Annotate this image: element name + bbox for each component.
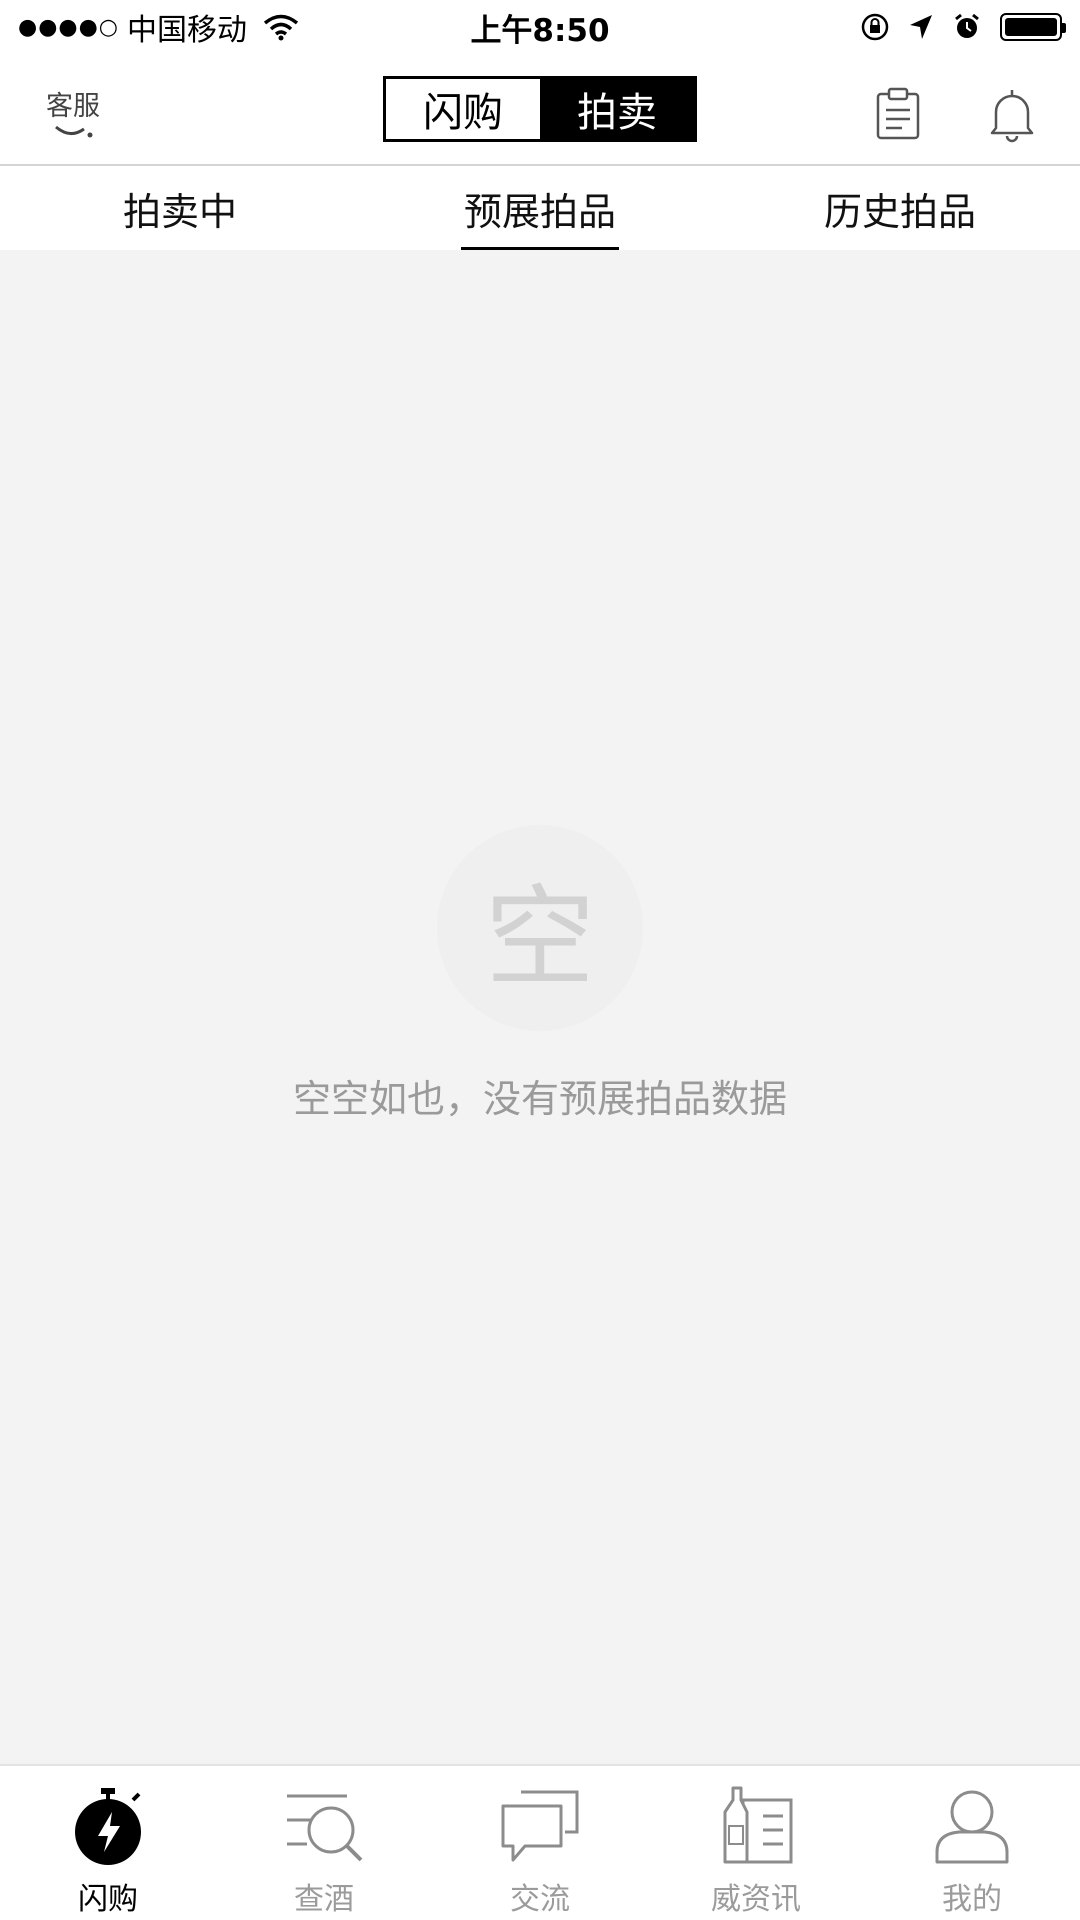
status-bar: ●●●●○ 中国移动 上午8:50 — [0, 0, 1080, 54]
clipboard-icon[interactable] — [868, 84, 928, 144]
tabbar-label-me: 我的 — [942, 1882, 1002, 1917]
tabbar-label-search-wine: 查酒 — [294, 1882, 354, 1917]
signal-strength-icon: ●●●●○ — [18, 14, 119, 40]
bottom-tab-bar: 闪购 查酒 交流 威资讯 我的 — [0, 1764, 1080, 1920]
tabbar-item-community[interactable]: 交流 — [432, 1766, 648, 1920]
tabbar-label-community: 交流 — [510, 1882, 570, 1917]
tabbar-label-flash-sale: 闪购 — [78, 1882, 138, 1917]
status-right — [860, 12, 1066, 42]
carrier-name: 中国移动 — [126, 13, 247, 48]
auction-screen: ●●●●○ 中国移动 上午8:50 客服 闪购 拍卖 拍卖中 预展拍品 历史拍品… — [0, 0, 1080, 1920]
tabbar-item-whisky-news[interactable]: 威资讯 — [648, 1766, 864, 1920]
empty-state: 空 空空如也，没有预展拍品数据 — [0, 250, 1080, 1764]
segment-flash-sale[interactable]: 闪购 — [386, 79, 540, 139]
battery-level — [1005, 18, 1057, 36]
tab-preview-lots[interactable]: 预展拍品 — [360, 166, 720, 250]
empty-icon: 空 — [437, 825, 643, 1031]
wifi-icon — [263, 14, 299, 41]
search-list-icon — [287, 1794, 363, 1862]
location-arrow-icon — [910, 15, 932, 39]
tabbar-item-me[interactable]: 我的 — [864, 1766, 1080, 1920]
auction-tabs: 拍卖中 预展拍品 历史拍品 — [0, 166, 1080, 250]
battery-icon — [1000, 13, 1066, 41]
status-left: ●●●●○ 中国移动 — [18, 5, 299, 49]
rotation-lock-icon — [861, 13, 889, 41]
customer-service-label: 客服 — [46, 91, 100, 122]
user-icon — [935, 1790, 1009, 1864]
chat-bubbles-icon — [501, 1790, 579, 1862]
segment-auction[interactable]: 拍卖 — [540, 79, 694, 139]
top-header: 客服 闪购 拍卖 — [0, 54, 1080, 166]
stopwatch-bolt-icon — [75, 1788, 141, 1865]
bell-icon[interactable] — [982, 84, 1042, 144]
alarm-icon — [955, 13, 979, 38]
customer-service-button[interactable]: 客服 — [36, 84, 110, 148]
tab-live-auction[interactable]: 拍卖中 — [0, 166, 360, 250]
tabbar-item-flash-sale[interactable]: 闪购 — [0, 1766, 216, 1920]
empty-message: 空空如也，没有预展拍品数据 — [292, 1077, 787, 1121]
bottle-news-icon — [723, 1786, 793, 1864]
tabbar-item-search-wine[interactable]: 查酒 — [216, 1766, 432, 1920]
mode-segmented-control: 闪购 拍卖 — [383, 76, 697, 142]
tabbar-label-whisky-news: 威资讯 — [711, 1882, 801, 1917]
tab-history-lots[interactable]: 历史拍品 — [720, 166, 1080, 250]
smile-icon — [55, 125, 93, 138]
